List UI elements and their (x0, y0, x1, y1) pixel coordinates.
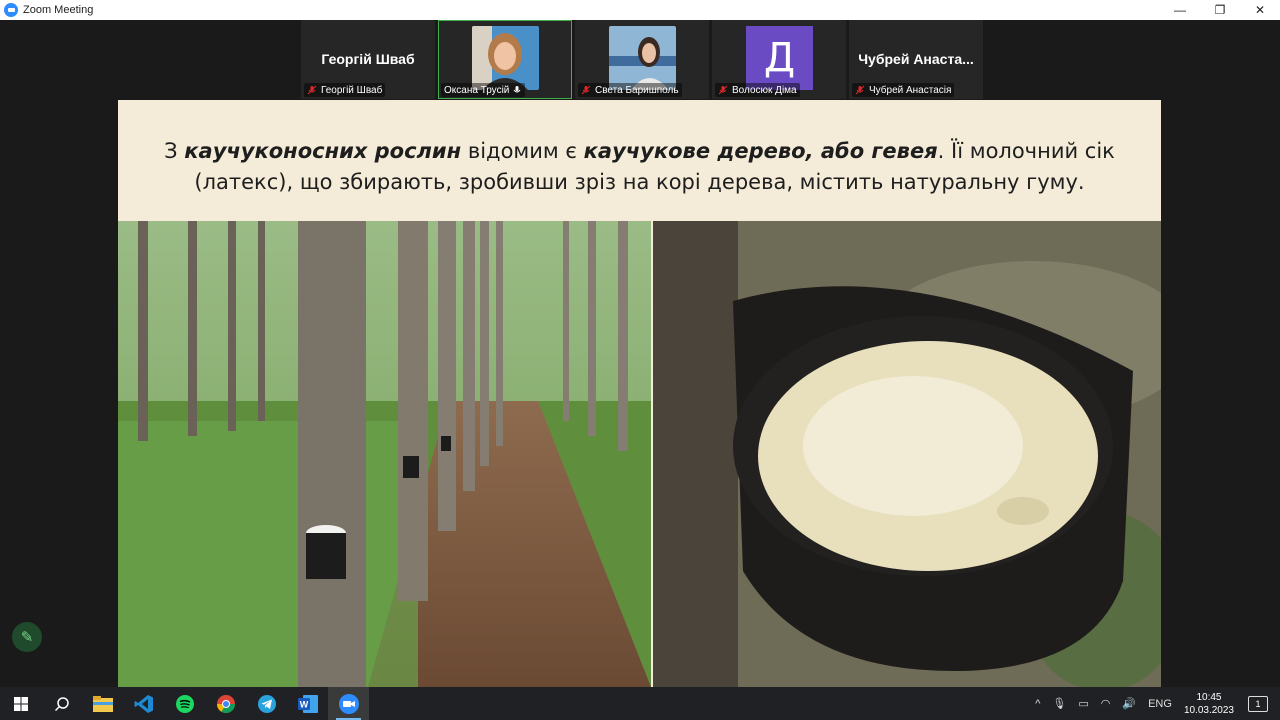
window-title: Zoom Meeting (23, 4, 94, 16)
taskbar-search-button[interactable] (41, 687, 82, 720)
slide-text: З каучуконосних рослин відомим є каучуко… (118, 136, 1161, 198)
slide-text-segment: . Її молочний сік (937, 139, 1115, 163)
clock-time: 10:45 (1196, 691, 1222, 703)
clock-date: 10.03.2023 (1183, 704, 1234, 716)
taskbar-zoom[interactable] (328, 687, 369, 720)
start-icon (13, 696, 28, 711)
notification-count: 1 (1255, 698, 1261, 709)
participant-nameplate: Волосюк Діма (715, 83, 800, 97)
wifi-icon[interactable]: ◠ (1101, 697, 1111, 710)
participant-big-name: Чубрей Анаста... (858, 51, 974, 67)
notification-center-button[interactable]: 1 (1248, 695, 1268, 712)
participant-tile[interactable]: Света Баришполь (575, 20, 709, 99)
mic-muted-icon (855, 85, 865, 95)
slide-text-emphasis: каучукове дерево, або гевея (583, 139, 938, 163)
participant-tile[interactable]: Оксана Трусій (438, 20, 572, 99)
mic-muted-icon (718, 85, 728, 95)
telegram-icon (257, 694, 276, 713)
participant-nameplate: Чубрей Анастасія (852, 83, 955, 97)
zoom-icon (338, 693, 359, 714)
mic-active-icon (513, 86, 521, 93)
taskbar-clock[interactable]: 10:45 10.03.2023 (1184, 691, 1234, 717)
participant-tile[interactable]: Чубрей Анаста... Чубрей Анастасія (849, 20, 983, 99)
mic-muted-icon (581, 85, 591, 95)
start-button[interactable] (0, 687, 41, 720)
window-titlebar: Zoom Meeting — ❐ ✕ (0, 0, 1280, 20)
participant-big-name: Георгій Шваб (321, 51, 415, 67)
annotate-pen-button[interactable]: ✎ (12, 622, 42, 652)
word-icon: W (297, 694, 318, 713)
minimize-button[interactable]: — (1160, 0, 1200, 20)
taskbar-spotify[interactable] (164, 687, 205, 720)
taskbar-file-explorer[interactable] (82, 687, 123, 720)
participant-tile[interactable]: Георгій Шваб Георгій Шваб (301, 20, 435, 99)
file-explorer-icon (92, 695, 113, 712)
rubber-plantation-image (118, 221, 651, 687)
system-tray: ^ 🎙 ▭ ◠ 🔊 ENG 10:45 10.03.2023 1 (1029, 687, 1280, 720)
chrome-icon (216, 694, 235, 713)
search-icon (54, 696, 69, 711)
slide-text-segment: З (164, 139, 185, 163)
taskbar-word[interactable]: W (287, 687, 328, 720)
taskbar-chrome[interactable] (205, 687, 246, 720)
svg-text:W: W (299, 699, 308, 709)
input-language[interactable]: ENG (1148, 698, 1172, 710)
taskbar-vscode[interactable] (123, 687, 164, 720)
chevron-up-icon[interactable]: ^ (1035, 698, 1040, 710)
participant-nameplate: Оксана Трусій (441, 83, 526, 97)
taskbar-telegram[interactable] (246, 687, 287, 720)
participant-label: Света Баришполь (595, 84, 679, 96)
shared-screen-slide: З каучуконосних рослин відомим є каучуко… (118, 100, 1161, 687)
participant-video (472, 26, 539, 90)
participant-nameplate: Света Баришполь (578, 83, 682, 97)
slide-text-emphasis: каучуконосних рослин (184, 139, 462, 163)
participant-strip: Георгій Шваб Георгій Шваб Оксана Трусій (301, 20, 986, 99)
participant-label: Волосюк Діма (732, 84, 797, 96)
windows-taskbar: W ^ 🎙 ▭ ◠ 🔊 ENG 10:45 10.03.2023 1 (0, 687, 1280, 720)
restore-button[interactable]: ❐ (1200, 0, 1240, 20)
participant-label: Чубрей Анастасія (869, 84, 952, 96)
mic-muted-icon (307, 85, 317, 95)
microphone-icon[interactable]: 🎙 (1052, 697, 1066, 710)
participant-nameplate: Георгій Шваб (304, 83, 386, 97)
latex-cup-image (653, 221, 1161, 687)
battery-icon[interactable]: ▭ (1078, 697, 1088, 710)
participant-label: Оксана Трусій (444, 84, 510, 96)
slide-text-segment: відомим є (461, 139, 584, 163)
participant-avatar: Д (746, 26, 813, 90)
zoom-logo-icon (4, 3, 18, 17)
participant-video (609, 26, 676, 90)
close-button[interactable]: ✕ (1240, 0, 1280, 20)
volume-icon[interactable]: 🔊 (1122, 697, 1136, 710)
slide-text-line: (латекс), що збирають, зробивши зріз на … (194, 170, 1085, 194)
participant-tile[interactable]: Д Волосюк Діма (712, 20, 846, 99)
participant-label: Георгій Шваб (321, 84, 383, 96)
spotify-icon (175, 694, 194, 713)
vscode-icon (134, 694, 153, 713)
meeting-area: Георгій Шваб Георгій Шваб Оксана Трусій (0, 20, 1280, 687)
